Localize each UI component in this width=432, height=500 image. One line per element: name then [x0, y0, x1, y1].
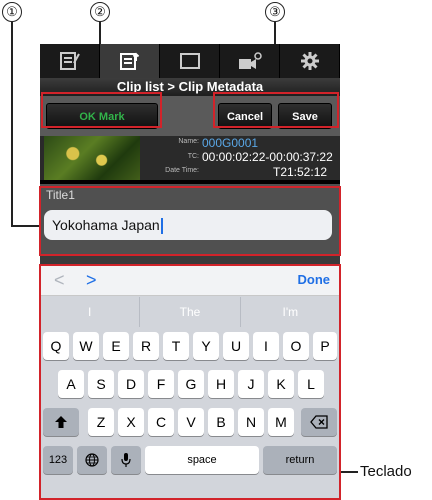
- leader-line-1-h: [11, 225, 40, 227]
- leader-line-1: [11, 22, 13, 226]
- callout-3: ③: [265, 2, 285, 22]
- clip-thumbnail: [44, 136, 140, 180]
- date-time-label: Date Time:: [165, 167, 199, 174]
- leader-line-keyboard: [340, 471, 358, 473]
- callout-1: ①: [2, 2, 22, 22]
- highlight-ok-mark: [41, 92, 162, 128]
- tab-bar: [40, 44, 340, 78]
- tab-camera-settings[interactable]: [220, 44, 280, 78]
- highlight-title-field: [39, 186, 341, 256]
- highlight-keyboard: [39, 264, 341, 500]
- clip-metadata-panel: Name: 000G0001 TC: 00:00:02:22-00:00:37:…: [40, 136, 340, 180]
- display-icon: [179, 53, 200, 69]
- memo-icon: [59, 52, 80, 70]
- tab-clip-list[interactable]: [100, 44, 160, 78]
- name-label: Name:: [178, 138, 199, 145]
- tab-display[interactable]: [160, 44, 220, 78]
- clip-list-icon: [119, 52, 139, 70]
- tab-memo[interactable]: [40, 44, 100, 78]
- highlight-cancel-save: [213, 92, 339, 128]
- separator: [40, 256, 340, 264]
- date-time-value: T21:52:12: [273, 165, 328, 179]
- camera-settings-icon: [238, 52, 262, 69]
- tc-value: 00:00:02:22-00:00:37:22: [202, 150, 333, 164]
- tc-label: TC:: [187, 153, 199, 160]
- tab-settings[interactable]: [280, 44, 340, 78]
- gear-icon: [300, 52, 319, 70]
- keyboard-caption: Teclado: [360, 463, 412, 480]
- name-value: 000G0001: [202, 136, 259, 150]
- callout-2: ②: [90, 2, 110, 22]
